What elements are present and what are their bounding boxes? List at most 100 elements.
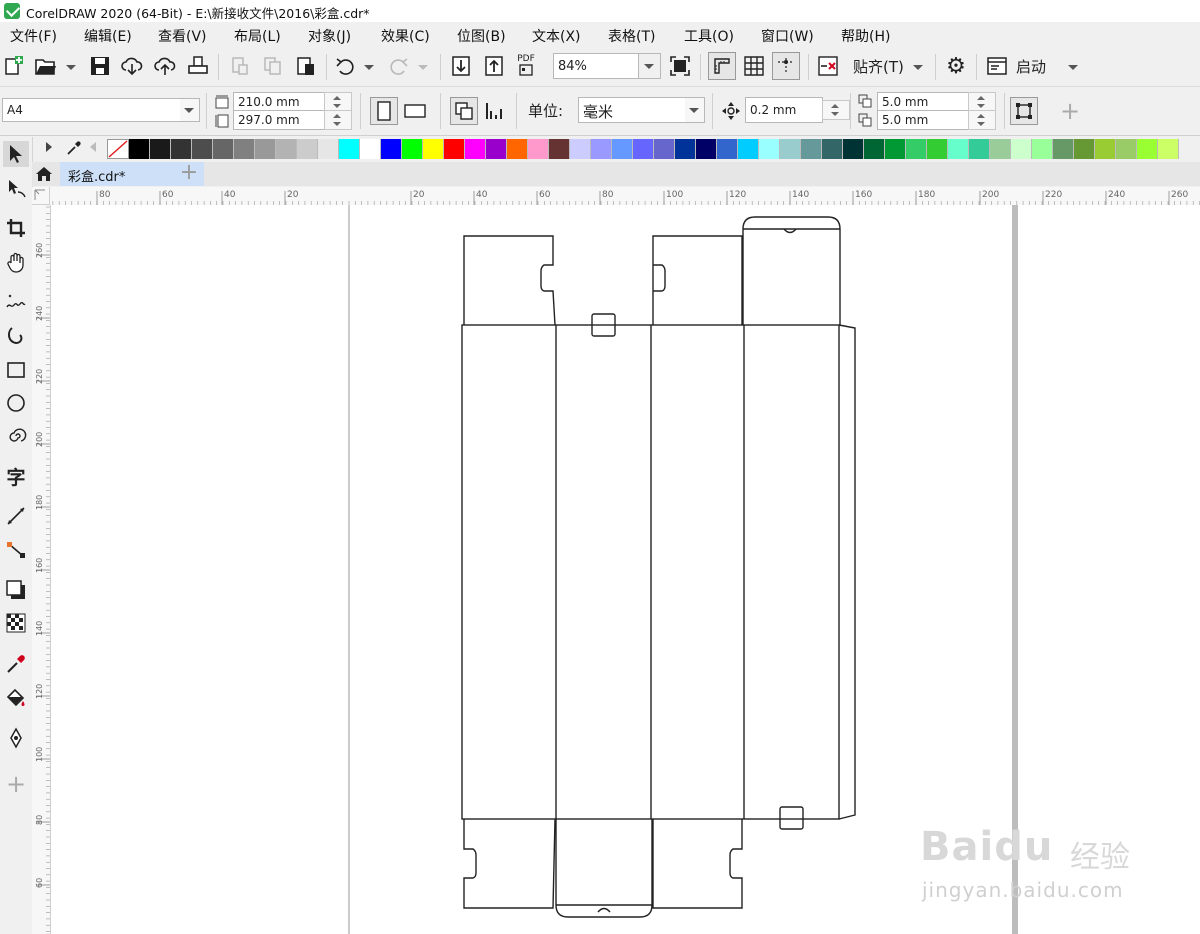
snap-to-menu[interactable]: 贴齐(T) (853, 56, 904, 77)
color-swatch[interactable] (318, 139, 339, 159)
snap-dropdown-chevron-down-icon[interactable] (913, 65, 923, 70)
color-swatch[interactable] (801, 139, 822, 159)
cloud-download-icon[interactable] (120, 54, 144, 78)
spiral-tool-icon[interactable] (3, 423, 29, 449)
color-swatch[interactable] (213, 139, 234, 159)
ruler-origin-corner[interactable] (32, 187, 50, 205)
color-swatch[interactable] (822, 139, 843, 159)
color-swatch[interactable] (633, 139, 654, 159)
open-dropdown-chevron-down-icon[interactable] (66, 65, 76, 70)
color-swatch[interactable] (528, 139, 549, 159)
menu-window[interactable]: 窗口(W) (761, 26, 814, 46)
color-swatch[interactable] (843, 139, 864, 159)
import-icon[interactable] (449, 54, 473, 78)
color-swatch[interactable] (339, 139, 360, 159)
page-height-spinner[interactable] (324, 110, 352, 130)
color-swatch[interactable] (1074, 139, 1095, 159)
color-swatch[interactable] (150, 139, 171, 159)
color-swatch[interactable] (297, 139, 318, 159)
zoom-dropdown-button[interactable] (639, 53, 661, 79)
menu-bitmaps[interactable]: 位图(B) (457, 26, 506, 46)
add-preset-plus-icon[interactable]: + (1058, 97, 1082, 125)
color-swatch[interactable] (780, 139, 801, 159)
color-swatch[interactable] (402, 139, 423, 159)
color-swatch[interactable] (1053, 139, 1074, 159)
open-folder-icon[interactable] (34, 54, 58, 78)
print-icon[interactable] (186, 54, 210, 78)
horizontal-ruler[interactable]: 80 60 40 20 20 40 60 80 100 120 140 160 180 200 220 240… (32, 187, 1200, 206)
drop-shadow-tool-icon[interactable] (3, 577, 29, 603)
menu-effects[interactable]: 效果(C) (381, 26, 430, 46)
color-swatch[interactable] (864, 139, 885, 159)
menu-help[interactable]: 帮助(H) (841, 26, 890, 46)
save-icon[interactable] (88, 54, 112, 78)
menu-edit[interactable]: 编辑(E) (84, 26, 132, 46)
color-swatch[interactable] (234, 139, 255, 159)
eyedropper-tool-icon[interactable] (3, 651, 29, 677)
ellipse-tool-icon[interactable] (3, 390, 29, 416)
color-swatch[interactable] (1158, 139, 1179, 159)
nudge-distance-input[interactable]: 0.2 mm (745, 97, 823, 123)
color-swatch[interactable] (612, 139, 633, 159)
pick-tool-icon[interactable] (3, 141, 29, 167)
cut-icon[interactable] (228, 54, 252, 78)
color-swatch[interactable] (696, 139, 717, 159)
snap-off-icon[interactable] (816, 54, 840, 78)
color-swatch[interactable] (570, 139, 591, 159)
landscape-orientation-icon[interactable] (403, 99, 427, 123)
color-swatch[interactable] (360, 139, 381, 159)
launch-window-icon[interactable] (985, 54, 1009, 78)
undo-dropdown-chevron-down-icon[interactable] (364, 65, 374, 70)
color-swatch[interactable] (738, 139, 759, 159)
palette-scroll-left-chevron-left-icon[interactable] (90, 142, 96, 152)
color-swatch[interactable] (255, 139, 276, 159)
copy-icon[interactable] (261, 54, 285, 78)
zoom-level-input[interactable]: 84% (553, 53, 639, 79)
portrait-orientation-icon[interactable] (370, 97, 398, 125)
paste-icon[interactable] (294, 54, 318, 78)
treat-as-filled-icon[interactable] (1010, 97, 1038, 125)
export-icon[interactable] (482, 54, 506, 78)
full-screen-icon[interactable] (668, 54, 692, 78)
units-dropdown-button[interactable] (685, 97, 705, 123)
color-swatch[interactable] (192, 139, 213, 159)
rectangle-tool-icon[interactable] (3, 357, 29, 383)
color-swatch[interactable] (1116, 139, 1137, 159)
show-guidelines-icon[interactable] (772, 52, 800, 80)
duplicate-y-spinner[interactable] (968, 110, 996, 130)
page-width-input[interactable]: 210.0 mm (233, 92, 325, 112)
cloud-upload-icon[interactable] (153, 54, 177, 78)
color-swatch[interactable] (906, 139, 927, 159)
color-swatch[interactable] (969, 139, 990, 159)
color-swatch[interactable] (1011, 139, 1032, 159)
menu-layout[interactable]: 布局(L) (234, 26, 281, 46)
pan-hand-icon[interactable] (3, 249, 29, 275)
nudge-distance-spinner[interactable] (822, 100, 850, 120)
show-rulers-icon[interactable] (708, 52, 736, 80)
color-eyedropper-icon[interactable] (64, 137, 84, 159)
color-swatch[interactable] (927, 139, 948, 159)
launch-menu[interactable]: 启动 (1016, 56, 1046, 77)
color-swatch[interactable] (423, 139, 444, 159)
outline-pen-tool-icon[interactable] (3, 725, 29, 751)
options-gear-icon[interactable]: ⚙ (944, 54, 968, 79)
redo-icon[interactable] (386, 54, 410, 78)
show-grid-icon[interactable] (742, 54, 766, 78)
color-swatch[interactable] (1032, 139, 1053, 159)
palette-menu-chevron-right-icon[interactable] (46, 142, 52, 152)
dimension-tool-icon[interactable] (3, 503, 29, 529)
color-swatch[interactable] (276, 139, 297, 159)
launch-dropdown-chevron-down-icon[interactable] (1068, 65, 1078, 70)
color-swatch[interactable] (171, 139, 192, 159)
menu-object[interactable]: 对象(J) (308, 26, 351, 46)
page-height-input[interactable]: 297.0 mm (233, 110, 325, 130)
color-swatch[interactable] (381, 139, 402, 159)
publish-pdf-icon[interactable]: PDF (514, 53, 538, 77)
new-tab-plus-icon[interactable]: + (178, 162, 200, 184)
undo-icon[interactable] (334, 54, 358, 78)
color-swatch[interactable] (486, 139, 507, 159)
interactive-fill-tool-icon[interactable] (3, 685, 29, 711)
connector-tool-icon[interactable] (3, 537, 29, 563)
no-color-swatch[interactable] (107, 139, 129, 159)
color-swatch[interactable] (1137, 139, 1158, 159)
